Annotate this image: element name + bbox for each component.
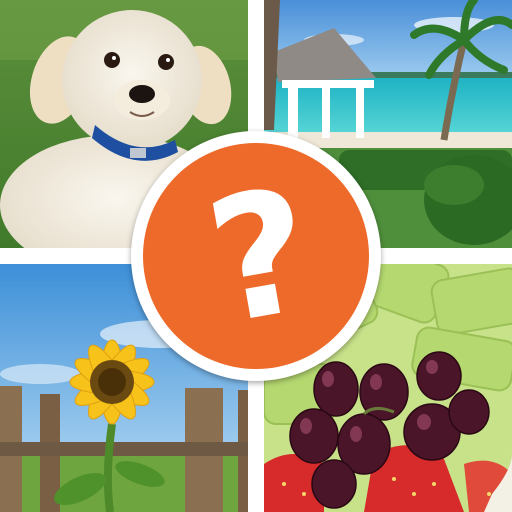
question-mark-icon: ? bbox=[194, 151, 327, 364]
hint-circle: ? bbox=[143, 143, 369, 369]
puzzle-board: ? bbox=[0, 0, 512, 512]
hint-button[interactable]: ? bbox=[131, 131, 381, 381]
